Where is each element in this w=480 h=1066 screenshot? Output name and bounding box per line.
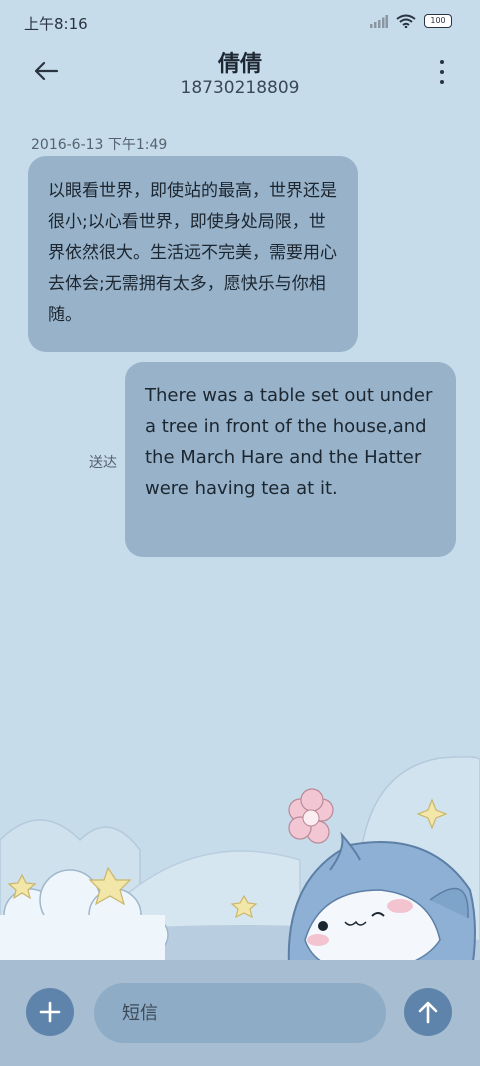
plus-icon <box>39 1001 61 1023</box>
battery-icon: 100 <box>424 14 452 28</box>
wallpaper-illustration <box>0 756 480 980</box>
add-attachment-button[interactable] <box>26 988 74 1036</box>
contact-name: 倩倩 <box>217 52 262 77</box>
composer-bar <box>0 960 480 1066</box>
send-button[interactable] <box>404 988 452 1036</box>
message-timestamp: 2016-6-13 下午1:49 <box>31 137 168 153</box>
conversation-header: 倩倩 18730218809 <box>0 46 480 110</box>
outgoing-message-bubble[interactable]: There was a table set out under a tree i… <box>125 362 456 557</box>
arrow-up-icon <box>418 1001 438 1024</box>
flower-decoration <box>288 788 334 844</box>
signal-icon <box>370 14 388 28</box>
incoming-message-bubble[interactable]: 以眼看世界，即使站的最高，世界还是很小;以心看世界，即使身处局限，世界依然很大。… <box>28 156 358 352</box>
more-options-button[interactable] <box>432 58 452 86</box>
message-input[interactable] <box>94 983 386 1043</box>
contact-phone-number: 18730218809 <box>180 78 300 98</box>
status-time: 上午8:16 <box>24 15 88 33</box>
delivery-status: 送达 <box>89 455 117 471</box>
status-icons: 100 <box>370 14 452 28</box>
status-bar: 上午8:16 100 <box>0 0 480 46</box>
more-vertical-icon <box>440 60 444 64</box>
wifi-icon <box>396 14 416 28</box>
